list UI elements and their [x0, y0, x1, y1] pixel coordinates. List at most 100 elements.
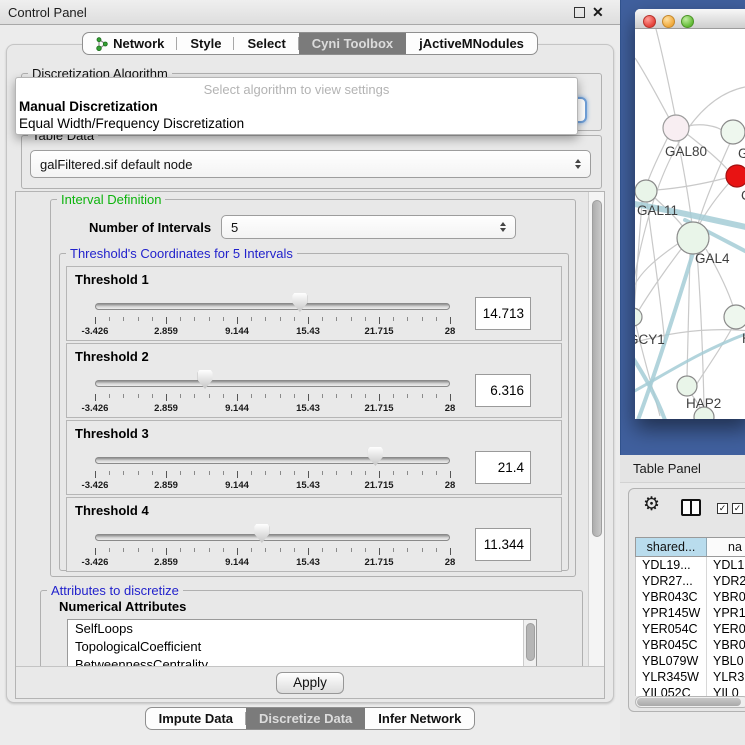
attribute-item[interactable]: TopologicalCoefficient	[68, 638, 536, 656]
cell-name[interactable]: YPR1	[707, 605, 745, 621]
threshold-value-field[interactable]	[475, 528, 531, 561]
cell-shared-name[interactable]: YLR345W	[636, 669, 707, 685]
threshold-value-field[interactable]	[475, 374, 531, 407]
close-icon[interactable]: ✕	[592, 2, 604, 23]
table-row[interactable]: YLR345WYLR3	[636, 669, 745, 685]
tab-infer-network[interactable]: Infer Network	[365, 708, 474, 729]
network-edge[interactable]	[635, 58, 669, 118]
algorithm-option[interactable]: Manual Discretization	[16, 99, 577, 116]
slider-track[interactable]	[95, 303, 450, 310]
threshold-value-field[interactable]	[475, 297, 531, 330]
tab-discretize-data[interactable]: Discretize Data	[246, 708, 365, 729]
bottom-tab-bar: Impute DataDiscretize DataInfer Network	[0, 707, 620, 730]
tab-label: jActiveMNodules	[419, 33, 524, 54]
tab-impute-data[interactable]: Impute Data	[146, 708, 246, 729]
network-edge[interactable]	[688, 125, 722, 130]
cell-name[interactable]: YIL0	[707, 685, 745, 696]
table-data-combobox[interactable]: galFiltered.sif default node	[30, 150, 591, 178]
network-edge[interactable]	[693, 328, 732, 390]
scrollbar-thumb[interactable]	[592, 200, 602, 537]
cell-name[interactable]: YDL1	[707, 557, 745, 573]
checkbox-icon[interactable]: ✓	[732, 503, 743, 514]
minimize-traffic-light-icon[interactable]	[662, 15, 675, 28]
cyni-toolbox-panel: Discretization Algorithm Select algorith…	[6, 44, 614, 703]
table-horizontal-scrollbar[interactable]	[635, 696, 745, 708]
network-node-gal80[interactable]	[663, 115, 689, 141]
tab-select[interactable]: Select	[234, 33, 298, 54]
network-canvas[interactable]: GAL80GACGAL11GAL4GCY1HHAP2	[635, 29, 745, 419]
network-node-h[interactable]	[724, 305, 745, 329]
interval-definition-label: Interval Definition	[57, 192, 165, 207]
table-row[interactable]: YIL052CYIL0	[636, 685, 745, 696]
number-of-intervals-combobox[interactable]: 5	[221, 215, 516, 239]
network-node-gcy1[interactable]	[635, 308, 642, 326]
cell-shared-name[interactable]: YIL052C	[636, 685, 707, 696]
network-node-gal11[interactable]	[635, 180, 657, 202]
network-node-gal4[interactable]	[677, 222, 709, 254]
slider-track[interactable]	[95, 457, 450, 464]
network-edge-highlighted[interactable]	[635, 352, 665, 419]
cell-name[interactable]: YBR0	[707, 637, 745, 653]
network-node-c[interactable]	[726, 165, 745, 187]
cell-name[interactable]: YBL0	[707, 653, 745, 669]
close-traffic-light-icon[interactable]	[643, 15, 656, 28]
slider-track[interactable]	[95, 380, 450, 387]
cell-name[interactable]: YDR2	[707, 573, 745, 589]
network-edge[interactable]	[656, 29, 675, 115]
scrollbar-thumb[interactable]	[637, 698, 741, 706]
algorithm-option[interactable]: Equal Width/Frequency Discretization	[16, 116, 577, 133]
numerical-attributes-list[interactable]: SelfLoopsTopologicalCoefficientBetweenne…	[67, 619, 537, 668]
table-row[interactable]: YPR145WYPR1	[636, 605, 745, 621]
threshold-value-field[interactable]	[475, 451, 531, 484]
columns-icon[interactable]	[681, 499, 701, 516]
tab-style[interactable]: Style	[177, 33, 234, 54]
table-row[interactable]: YBR043CYBR0	[636, 589, 745, 605]
network-view-window[interactable]: GAL80GACGAL11GAL4GCY1HHAP2	[635, 9, 745, 419]
gear-icon[interactable]: ⚙	[643, 493, 660, 516]
column-header-name[interactable]: na	[707, 538, 745, 556]
cell-shared-name[interactable]: YDR27...	[636, 573, 707, 589]
zoom-traffic-light-icon[interactable]	[681, 15, 694, 28]
cell-shared-name[interactable]: YBL079W	[636, 653, 707, 669]
cell-shared-name[interactable]: YER054C	[636, 621, 707, 637]
scrollbar-thumb[interactable]	[526, 623, 535, 661]
top-tab-group: NetworkStyleSelectCyni Toolbox jActiveMNo…	[82, 32, 538, 55]
column-header-shared-name[interactable]: shared...	[636, 538, 707, 556]
table-row[interactable]: YBL079WYBL0	[636, 653, 745, 669]
table-row[interactable]: YDR27...YDR2	[636, 573, 745, 589]
tick-label: 21.715	[364, 403, 393, 414]
thresholds-list: Threshold 1 -3.4262.8599.14415.4321.7152…	[66, 266, 562, 574]
cell-name[interactable]: YBR0	[707, 589, 745, 605]
network-node-ga[interactable]	[721, 120, 745, 144]
attributes-scrollbar[interactable]	[523, 620, 536, 668]
network-edge[interactable]	[647, 202, 665, 345]
network-window-titlebar[interactable]	[635, 9, 745, 29]
table-row[interactable]: YER054CYER0	[636, 621, 745, 637]
slider-track[interactable]	[95, 534, 450, 541]
cell-name[interactable]: YLR3	[707, 669, 745, 685]
network-node-hap2[interactable]	[677, 376, 697, 396]
cell-shared-name[interactable]: YBR043C	[636, 589, 707, 605]
apply-button[interactable]: Apply	[276, 672, 344, 694]
tab-network[interactable]: Network	[83, 33, 177, 54]
cell-shared-name[interactable]: YDL19...	[636, 557, 707, 573]
attribute-item[interactable]: SelfLoops	[68, 620, 536, 638]
tick-label: -3.426	[82, 557, 109, 568]
table-row[interactable]: YDL19...YDL1	[636, 557, 745, 573]
network-edge[interactable]	[656, 178, 726, 190]
table-body[interactable]: YDL19...YDL1YDR27...YDR2YBR043CYBR0YPR14…	[635, 557, 745, 696]
panel-vertical-scrollbar[interactable]	[588, 192, 604, 668]
spinner-icon	[500, 222, 506, 232]
cell-name[interactable]: YER0	[707, 621, 745, 637]
tick-label: -3.426	[82, 480, 109, 491]
threshold-panel: Threshold 4 -3.4262.8599.14415.4321.7152…	[66, 497, 562, 572]
cell-shared-name[interactable]: YPR145W	[636, 605, 707, 621]
float-icon[interactable]	[574, 7, 585, 18]
table-row[interactable]: YBR045CYBR0	[636, 637, 745, 653]
checkbox-icon[interactable]: ✓	[717, 503, 728, 514]
tab-jactivemnodules[interactable]: jActiveMNodules	[406, 33, 537, 54]
tab-cyni-toolbox[interactable]: Cyni Toolbox	[299, 33, 406, 54]
algorithm-hint-option[interactable]: Select algorithm to view settings	[16, 82, 577, 99]
cell-shared-name[interactable]: YBR045C	[636, 637, 707, 653]
table-data-group: Table Data galFiltered.sif default node	[21, 135, 602, 189]
